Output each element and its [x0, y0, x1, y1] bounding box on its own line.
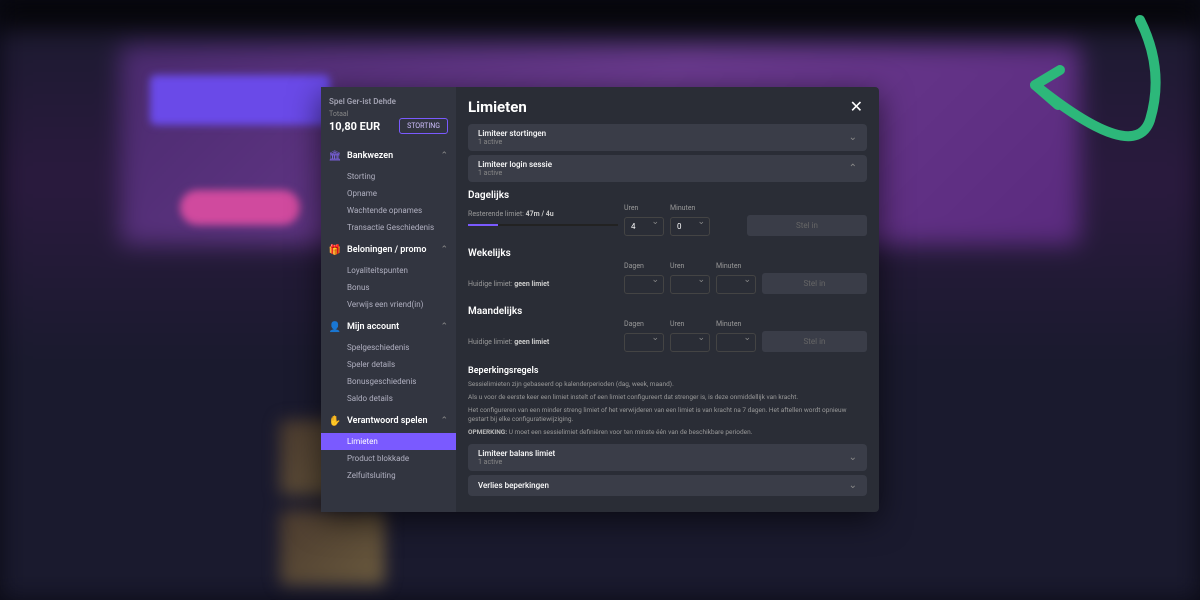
main-content: Limieten ✕ Limiteer stortingen 1 active … [456, 87, 879, 512]
chevron-up-icon: ⌃ [440, 416, 448, 426]
sidebar-item-opname[interactable]: Opname [321, 185, 456, 202]
hand-icon: ✋ [329, 415, 341, 427]
sidebar-item-zelfuitsluiting[interactable]: Zelfuitsluiting [321, 467, 456, 484]
sidebar-section-rewards[interactable]: 🎁 Beloningen / promo ⌃ [321, 238, 456, 262]
monthly-set-button[interactable]: Stel in [762, 331, 867, 352]
sidebar-item-spelgeschiedenis[interactable]: Spelgeschiedenis [321, 339, 456, 356]
sidebar-item-bonusgeschiedenis[interactable]: Bonusgeschiedenis [321, 373, 456, 390]
total-label: Totaal [329, 110, 448, 118]
sidebar-item-transactie[interactable]: Transactie Geschiedenis [321, 219, 456, 236]
sidebar-item-storting[interactable]: Storting [321, 168, 456, 185]
panel-deposit-limits[interactable]: Limiteer stortingen 1 active ⌄ [468, 124, 867, 151]
sidebar-item-loyaliteit[interactable]: Loyaliteitspunten [321, 262, 456, 279]
limits-modal: Spel Ger-ist Dehde Totaal 10,80 EUR STOR… [321, 87, 879, 512]
close-button[interactable]: ✕ [846, 97, 867, 116]
daily-limit-section: Dagelijks Resterende limiet: 47m / 4u Ur… [468, 186, 867, 244]
monthly-limit-section: Maandelijks Huidige limiet: geen limiet … [468, 302, 867, 360]
panel-balance-limits[interactable]: Limiteer balans limiet 1 active ⌄ [468, 444, 867, 471]
weekly-set-button[interactable]: Stel in [762, 273, 867, 294]
monthly-hours-select[interactable] [670, 333, 710, 352]
daily-minutes-select[interactable]: 0 [670, 217, 710, 236]
balance-value: 10,80 EUR [329, 120, 380, 133]
panel-login-limits[interactable]: Limiteer login sessie 1 active ⌃ [468, 155, 867, 182]
chevron-down-icon: ⌄ [849, 452, 857, 463]
weekly-days-select[interactable] [624, 275, 664, 294]
daily-hours-select[interactable]: 4 [624, 217, 664, 236]
sidebar-item-blokkade[interactable]: Product blokkade [321, 450, 456, 467]
daily-set-button[interactable]: Stel in [747, 215, 867, 236]
panel-loss-limits[interactable]: Verlies beperkingen ⌄ [468, 475, 867, 496]
chevron-down-icon: ⌄ [849, 480, 857, 491]
weekly-hours-select[interactable] [670, 275, 710, 294]
sidebar-section-account[interactable]: 👤 Mijn account ⌃ [321, 315, 456, 339]
user-icon: 👤 [329, 321, 341, 333]
gift-icon: 🎁 [329, 244, 341, 256]
chevron-up-icon: ⌃ [440, 322, 448, 332]
sidebar-item-speler[interactable]: Speler details [321, 356, 456, 373]
monthly-days-select[interactable] [624, 333, 664, 352]
restriction-rules: Beperkingsregels Sessielimieten zijn geb… [468, 366, 867, 438]
sidebar-section-banking[interactable]: 🏛 Bankwezen ⌃ [321, 144, 456, 168]
monthly-heading: Maandelijks [468, 306, 867, 317]
bank-icon: 🏛 [329, 150, 341, 162]
sidebar-section-responsible[interactable]: ✋ Verantwoord spelen ⌃ [321, 409, 456, 433]
monthly-minutes-select[interactable] [716, 333, 756, 352]
weekly-limit-section: Wekelijks Huidige limiet: geen limiet Da… [468, 244, 867, 302]
chevron-up-icon: ⌃ [440, 151, 448, 161]
sidebar-item-bonus[interactable]: Bonus [321, 279, 456, 296]
sidebar-item-verwijs[interactable]: Verwijs een vriend(in) [321, 296, 456, 313]
weekly-heading: Wekelijks [468, 248, 867, 259]
chevron-down-icon: ⌄ [849, 132, 857, 143]
weekly-minutes-select[interactable] [716, 275, 756, 294]
chevron-up-icon: ⌃ [440, 245, 448, 255]
account-sidebar: Spel Ger-ist Dehde Totaal 10,80 EUR STOR… [321, 87, 456, 512]
chevron-up-icon: ⌃ [849, 163, 857, 174]
sidebar-item-wachtende[interactable]: Wachtende opnames [321, 202, 456, 219]
page-title: Limieten [468, 98, 527, 116]
sidebar-item-limieten[interactable]: Limieten [321, 433, 456, 450]
sidebar-item-saldo[interactable]: Saldo details [321, 390, 456, 407]
daily-progress [468, 224, 618, 226]
daily-heading: Dagelijks [468, 190, 867, 201]
user-name: Spel Ger-ist Dehde [329, 97, 448, 106]
deposit-button[interactable]: STORTING [399, 118, 448, 134]
